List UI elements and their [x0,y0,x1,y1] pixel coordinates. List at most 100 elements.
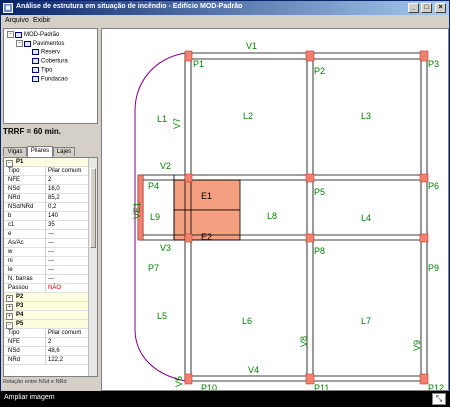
plan-label-p5[interactable]: P5 [314,187,325,197]
property-row[interactable]: NRd 85,2 [4,194,90,203]
plan-label-v5[interactable]: V5 [174,376,184,387]
property-value[interactable]: 140 [48,212,58,221]
floor-plan-canvas[interactable]: P1 P2 P3 P4 P5 P6 P7 P8 P9 P10 P11 P12 V1 V2 V3 V4 L1 L2 L… [101,28,449,393]
plan-label-l8[interactable]: L8 [267,211,277,221]
plan-label-e2[interactable]: E2 [201,232,212,242]
pillar-p5[interactable] [305,173,315,183]
property-value[interactable]: 2 [48,176,51,185]
collapse-icon[interactable]: − [16,40,23,47]
group-p3[interactable]: + P3 [4,302,90,311]
plan-label-l4[interactable]: L4 [361,213,371,223]
property-value[interactable]: NÃO [48,284,61,293]
property-row[interactable]: As/Ac --- [4,239,90,248]
scroll-thumb[interactable] [90,168,96,248]
expand-icon[interactable]: + [6,313,13,320]
property-row[interactable]: NFE 2 [4,338,90,347]
plan-label-l6[interactable]: L6 [242,316,252,326]
property-value[interactable]: 35 [48,221,55,230]
pillar-p2[interactable] [305,50,315,62]
pillar-p8[interactable] [305,233,315,243]
pillar-p10[interactable] [184,373,193,385]
tree-root[interactable]: − MOD-Padrão [7,31,59,38]
plan-label-p2[interactable]: P2 [314,66,325,76]
plan-label-p4[interactable]: P4 [148,181,159,191]
app-icon[interactable]: ▦ [3,3,13,13]
pillar-p4[interactable] [184,173,193,183]
pillar-p1[interactable] [184,50,193,62]
property-value[interactable]: --- [48,257,54,266]
tree-item-tipo[interactable]: Tipo [32,67,52,74]
collapse-icon[interactable]: − [7,31,14,38]
property-row[interactable]: Tipo Pilar comum [4,329,90,338]
tree-item-reserv[interactable]: Reserv [32,49,60,56]
plan-label-v2[interactable]: V2 [160,161,171,171]
minimize-button[interactable]: _ [408,3,419,13]
property-row[interactable]: c1 35 [4,221,90,230]
pillar-p3[interactable] [419,50,429,62]
plan-label-p3[interactable]: P3 [428,59,439,69]
group-p5[interactable]: − P5 [4,320,90,329]
property-value[interactable]: 2 [48,338,51,347]
plan-label-p12[interactable]: P12 [428,383,444,393]
property-row[interactable]: b 140 [4,212,90,221]
plan-label-v8[interactable]: V8 [299,336,309,347]
plan-label-p10[interactable]: P10 [201,383,217,393]
plan-label-l9[interactable]: L9 [150,212,160,222]
property-row[interactable]: NSd 48,6 [4,347,90,356]
property-row[interactable]: ni --- [4,257,90,266]
tab-lajes[interactable]: Lajes [53,147,75,156]
plan-label-l2[interactable]: L2 [243,111,253,121]
group-p2[interactable]: + P2 [4,293,90,302]
plan-label-p9[interactable]: P9 [428,263,439,273]
property-value[interactable]: Pilar comum [48,167,81,176]
expand-icon[interactable]: ⤡ [432,393,446,405]
plan-label-e1[interactable]: E1 [201,191,212,201]
collapse-icon[interactable]: − [6,322,13,329]
plan-label-p11[interactable]: P11 [314,383,329,393]
pillar-p11[interactable] [305,373,315,385]
property-row[interactable]: e --- [4,230,90,239]
property-row[interactable]: Passou NÃO [4,284,90,293]
maximize-button[interactable]: □ [421,3,432,13]
property-value[interactable]: 85,2 [48,194,60,203]
pillar-p7[interactable] [184,233,193,243]
plan-label-l7[interactable]: L7 [361,316,371,326]
enlarge-image-label[interactable]: Ampliar imagem [4,394,55,401]
plan-label-l1[interactable]: L1 [157,114,167,124]
property-value[interactable]: 48,6 [48,347,60,356]
plan-label-p7[interactable]: P7 [148,263,159,273]
property-value[interactable]: --- [48,248,54,257]
plan-label-p8[interactable]: P8 [314,246,325,256]
menu-arquivo[interactable]: Arquivo [5,17,29,24]
group-p4[interactable]: + P4 [4,311,90,320]
property-row[interactable]: NSd/NRd 0,2 [4,203,90,212]
pillar-p9[interactable] [419,233,429,243]
property-row[interactable]: NFE 2 [4,176,90,185]
expand-icon[interactable]: + [6,295,13,302]
property-value[interactable]: 16,0 [48,185,60,194]
property-value[interactable]: --- [48,230,54,239]
plan-label-p6[interactable]: P6 [428,181,439,191]
close-button[interactable]: × [435,3,446,13]
property-value[interactable]: Pilar comum [48,329,81,338]
vertical-scrollbar[interactable] [88,158,97,376]
property-row[interactable]: Tipo Pilar comum [4,167,90,176]
plan-label-v4[interactable]: V4 [248,365,259,375]
plan-label-v9[interactable]: V9 [412,340,422,351]
collapse-icon[interactable]: − [6,160,13,167]
plan-label-v7[interactable]: V7 [172,118,182,129]
menu-exibir[interactable]: Exibir [33,17,51,24]
plan-label-v3[interactable]: V3 [160,243,171,253]
tree-item-cobertura[interactable]: Cobertura [32,58,68,65]
property-value[interactable]: --- [48,239,54,248]
group-p1[interactable]: − P1 [4,158,90,167]
pillar-p6[interactable] [419,173,429,183]
tab-pilares[interactable]: Pilares [27,146,53,157]
property-row[interactable]: w --- [4,248,90,257]
property-row[interactable]: N. barras --- [4,275,90,284]
property-row[interactable]: NSd 16,0 [4,185,90,194]
property-value[interactable]: --- [48,266,54,275]
tree-group-pavimentos[interactable]: − Pavimentos [16,40,64,47]
pillar-p12[interactable] [419,373,429,385]
expand-icon[interactable]: + [6,304,13,311]
